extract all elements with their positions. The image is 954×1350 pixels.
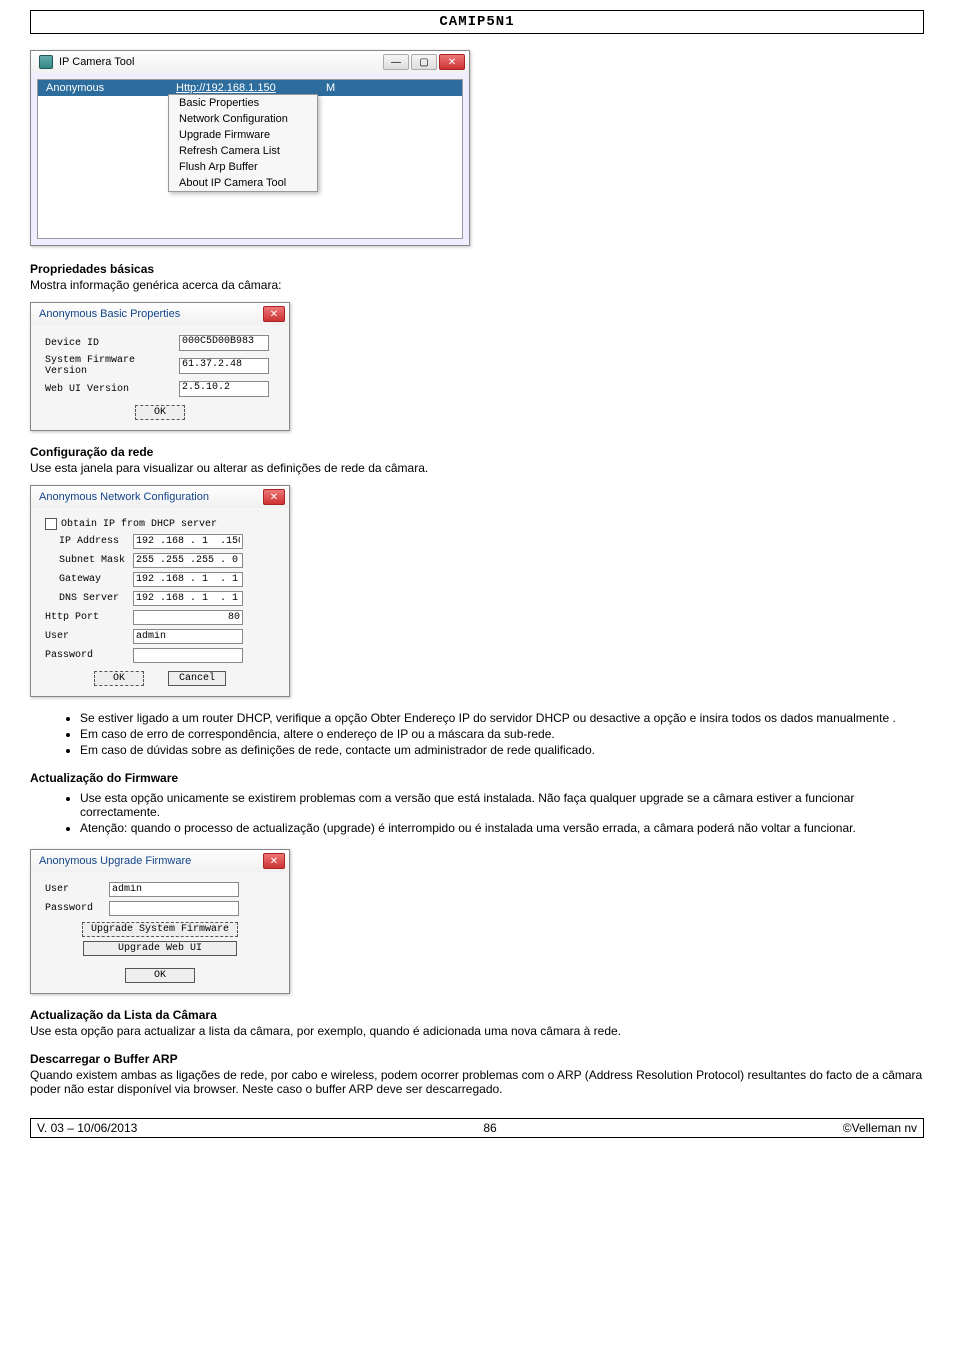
menu-upgrade-firmware[interactable]: Upgrade Firmware (169, 127, 317, 143)
list-item: Em caso de dúvidas sobre as definições d… (80, 743, 924, 757)
menu-network-configuration[interactable]: Network Configuration (169, 111, 317, 127)
titlebar: IP Camera Tool — ▢ ✕ (31, 51, 469, 73)
port-label: Http Port (45, 612, 129, 623)
password-label: Password (45, 650, 129, 661)
close-icon[interactable]: ✕ (263, 489, 285, 505)
password-input[interactable] (133, 648, 243, 663)
window-title: IP Camera Tool (59, 56, 134, 68)
section-camera-list-desc: Use esta opção para actualizar a lista d… (30, 1024, 924, 1038)
dhcp-checkbox[interactable] (45, 518, 57, 530)
port-input[interactable] (133, 610, 243, 625)
menu-flush-arp-buffer[interactable]: Flush Arp Buffer (169, 159, 317, 175)
dialog-title: Anonymous Upgrade Firmware (39, 855, 191, 867)
close-icon[interactable]: ✕ (263, 306, 285, 322)
ip-label: IP Address (59, 536, 129, 547)
webui-value: 2.5.10.2 (179, 381, 269, 397)
ip-input[interactable] (133, 534, 243, 549)
network-config-dialog: Anonymous Network Configuration ✕ Obtain… (30, 485, 290, 697)
minimize-button[interactable]: — (383, 54, 409, 70)
gw-label: Gateway (59, 574, 129, 585)
device-url-tail: M (318, 80, 462, 96)
ok-button[interactable]: OK (94, 671, 144, 686)
footer-center: 86 (483, 1121, 496, 1135)
upgrade-firmware-dialog: Anonymous Upgrade Firmware ✕ User Passwo… (30, 849, 290, 994)
sysfw-label: System Firmware Version (45, 355, 175, 377)
menu-basic-properties[interactable]: Basic Properties (169, 95, 317, 111)
dialog-title: Anonymous Basic Properties (39, 308, 180, 320)
maximize-button[interactable]: ▢ (411, 54, 437, 70)
ip-camera-tool-window: IP Camera Tool — ▢ ✕ Anonymous Http://19… (30, 50, 470, 246)
device-name: Anonymous (38, 80, 168, 96)
ok-button[interactable]: OK (125, 968, 195, 983)
dhcp-label: Obtain IP from DHCP server (61, 519, 217, 530)
section-basic-props-desc: Mostra informação genérica acerca da câm… (30, 278, 924, 292)
password-label: Password (45, 903, 105, 914)
dns-input[interactable] (133, 591, 243, 606)
user-label: User (45, 631, 129, 642)
webui-label: Web UI Version (45, 384, 175, 395)
dialog-title: Anonymous Network Configuration (39, 491, 209, 503)
mask-label: Subnet Mask (59, 555, 129, 566)
close-button[interactable]: ✕ (439, 54, 465, 70)
dns-label: DNS Server (59, 593, 129, 604)
user-input[interactable] (109, 882, 239, 897)
app-icon (39, 55, 53, 69)
list-item: Em caso de erro de correspondência, alte… (80, 727, 924, 741)
firmware-notes-list: Use esta opção unicamente se existirem p… (80, 791, 924, 835)
section-arp-title: Descarregar o Buffer ARP (30, 1052, 924, 1066)
footer-left: V. 03 – 10/06/2013 (37, 1121, 137, 1135)
user-input[interactable] (133, 629, 243, 644)
section-network-desc: Use esta janela para visualizar ou alter… (30, 461, 924, 475)
doc-header: CAMIP5N1 (30, 10, 924, 34)
cancel-button[interactable]: Cancel (168, 671, 226, 686)
section-network-title: Configuração da rede (30, 445, 924, 459)
gw-input[interactable] (133, 572, 243, 587)
device-id-label: Device ID (45, 338, 175, 349)
user-label: User (45, 884, 105, 895)
section-arp-desc: Quando existem ambas as ligações de rede… (30, 1068, 924, 1096)
doc-footer: V. 03 – 10/06/2013 86 ©Velleman nv (30, 1118, 924, 1138)
password-input[interactable] (109, 901, 239, 916)
sysfw-value: 61.37.2.48 (179, 358, 269, 374)
device-id-value: 000C5D00B983 (179, 335, 269, 351)
list-item: Use esta opção unicamente se existirem p… (80, 791, 924, 819)
close-icon[interactable]: ✕ (263, 853, 285, 869)
section-basic-props-title: Propriedades básicas (30, 262, 924, 276)
upgrade-system-firmware-button[interactable]: Upgrade System Firmware (82, 922, 238, 937)
context-menu: Basic Properties Network Configuration U… (168, 94, 318, 192)
list-item: Atenção: quando o processo de actualizaç… (80, 821, 924, 835)
list-item: Se estiver ligado a um router DHCP, veri… (80, 711, 924, 725)
section-camera-list-title: Actualização da Lista da Câmara (30, 1008, 924, 1022)
upgrade-web-ui-button[interactable]: Upgrade Web UI (83, 941, 237, 956)
mask-input[interactable] (133, 553, 243, 568)
menu-refresh-camera-list[interactable]: Refresh Camera List (169, 143, 317, 159)
section-firmware-title: Actualização do Firmware (30, 771, 924, 785)
basic-properties-dialog: Anonymous Basic Properties ✕ Device ID 0… (30, 302, 290, 431)
menu-about[interactable]: About IP Camera Tool (169, 175, 317, 191)
network-notes-list: Se estiver ligado a um router DHCP, veri… (80, 711, 924, 757)
footer-right: ©Velleman nv (843, 1121, 917, 1135)
ok-button[interactable]: OK (135, 405, 185, 420)
